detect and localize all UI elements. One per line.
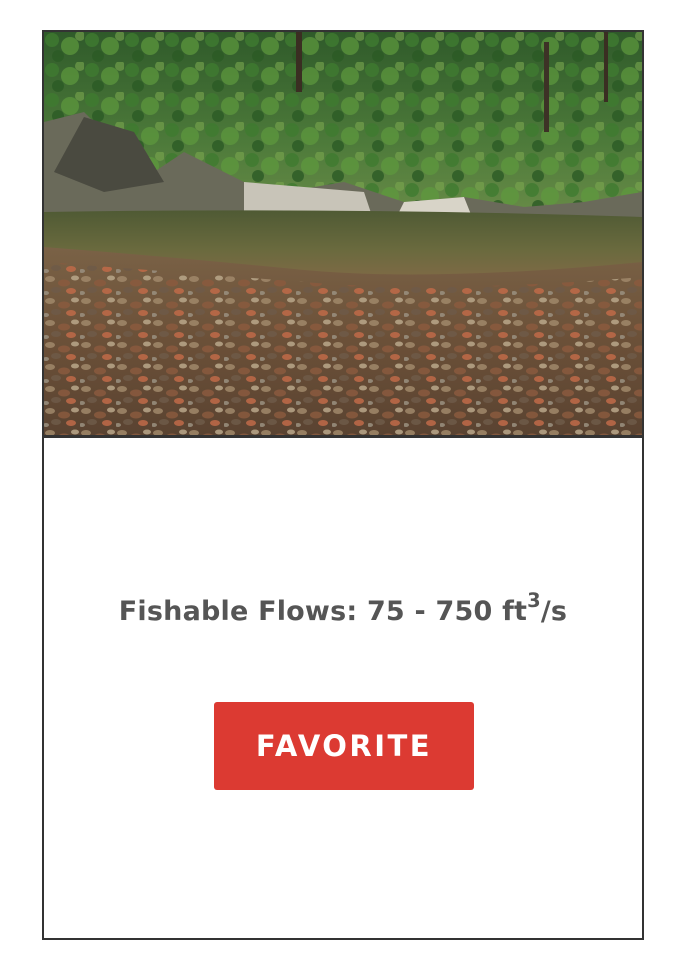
flows-range-text: Fishable Flows: 75 - 750 ft: [118, 596, 528, 627]
favorite-button[interactable]: FAVORITE: [214, 702, 474, 790]
river-photo: [44, 32, 642, 438]
river-card: Fishable Flows: 75 - 750 ft3/s FAVORITE: [42, 30, 644, 940]
flows-unit-exponent: 3: [527, 589, 541, 613]
flows-unit-suffix: /s: [540, 596, 568, 627]
fishable-flows-text: Fishable Flows: 75 - 750 ft3/s: [44, 589, 642, 627]
